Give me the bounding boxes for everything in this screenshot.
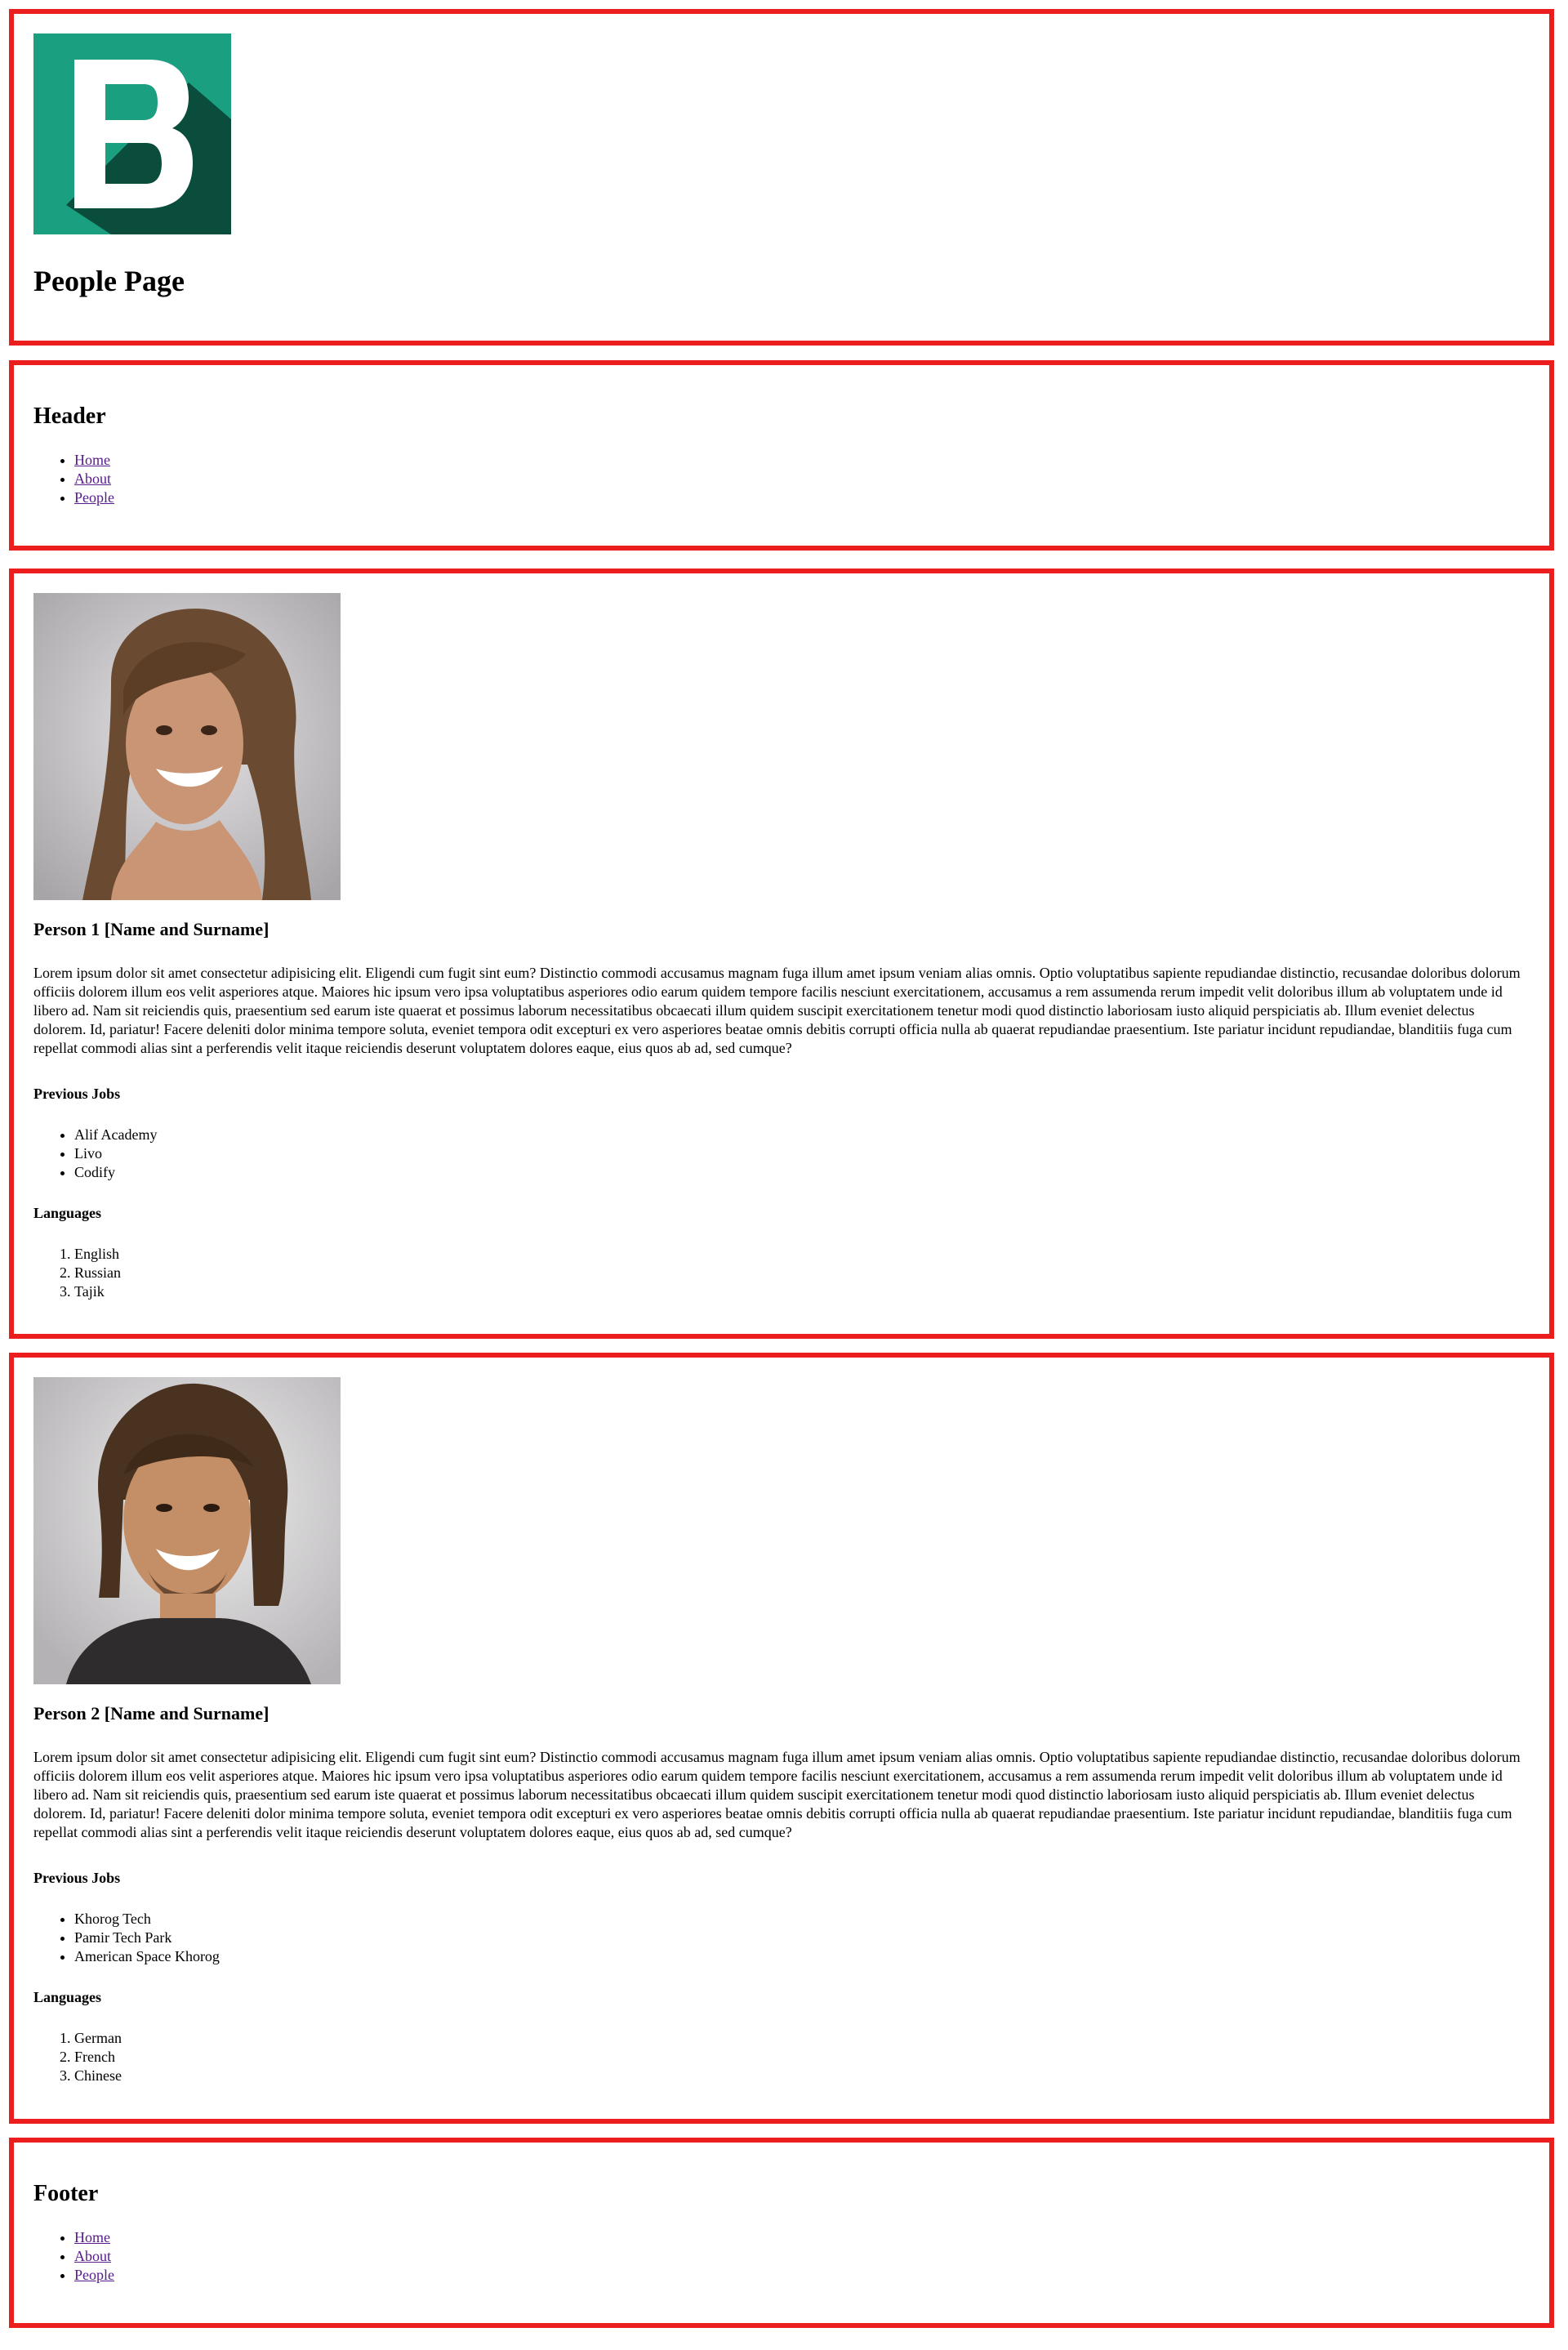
person-2-jobs-list: Khorog Tech Pamir Tech Park American Spa… <box>33 1910 220 1966</box>
person-1-languages-heading: Languages <box>33 1205 102 1221</box>
person-1-photo <box>33 593 341 900</box>
nav-item-home: Home <box>74 451 114 470</box>
person-1-bio: Lorem ipsum dolor sit amet consectetur a… <box>33 965 1521 1056</box>
person-1-jobs-list: Alif Academy Livo Codify <box>33 1126 157 1182</box>
page-title: People Page <box>33 265 185 297</box>
header-section: Header Home About People <box>9 360 1554 551</box>
person-1-name: Person 1 [Name and Surname] <box>33 919 270 939</box>
nav-item-people: People <box>74 488 114 507</box>
language-item: English <box>74 1245 121 1264</box>
person-card-2: Person 2 [Name and Surname] Lorem ipsum … <box>9 1353 1554 2124</box>
footer-nav-link-home[interactable]: Home <box>74 2229 110 2245</box>
person-card-1: Person 1 [Name and Surname] Lorem ipsum … <box>9 569 1554 1339</box>
job-item: Pamir Tech Park <box>74 1929 220 1947</box>
header-title: Header <box>33 404 106 429</box>
language-item: German <box>74 2029 122 2048</box>
footer-nav: Home About People <box>33 2228 114 2285</box>
language-item: Tajik <box>74 1282 121 1301</box>
footer-section: Footer Home About People <box>9 2138 1554 2328</box>
language-item: French <box>74 2048 122 2067</box>
job-item: Livo <box>74 1144 157 1163</box>
header-nav: Home About People <box>33 451 114 507</box>
person-2-languages-heading: Languages <box>33 1989 102 2005</box>
language-item: Chinese <box>74 2067 122 2085</box>
job-item: American Space Khorog <box>74 1947 220 1966</box>
person-2-photo <box>33 1377 341 1684</box>
nav-item-home: Home <box>74 2228 114 2247</box>
footer-nav-link-people[interactable]: People <box>74 2267 114 2283</box>
person-2-languages-list: German French Chinese <box>33 2029 122 2085</box>
language-item: Russian <box>74 1264 121 1282</box>
job-item: Alif Academy <box>74 1126 157 1144</box>
person-1-languages-list: English Russian Tajik <box>33 1245 121 1301</box>
job-item: Khorog Tech <box>74 1910 220 1929</box>
person-2-name: Person 2 [Name and Surname] <box>33 1703 270 1723</box>
footer-title: Footer <box>33 2181 99 2206</box>
footer-nav-link-about[interactable]: About <box>74 2248 111 2264</box>
person-1-jobs-heading: Previous Jobs <box>33 1086 121 1102</box>
nav-item-about: About <box>74 2247 114 2266</box>
person-2-bio: Lorem ipsum dolor sit amet consectetur a… <box>33 1749 1521 1840</box>
header-nav-link-about[interactable]: About <box>74 470 111 487</box>
nav-item-people: People <box>74 2266 114 2285</box>
header-nav-link-home[interactable]: Home <box>74 452 110 468</box>
logo-b-icon <box>33 33 231 234</box>
nav-item-about: About <box>74 470 114 488</box>
job-item: Codify <box>74 1163 157 1182</box>
page-title-section: People Page <box>9 9 1554 346</box>
header-nav-link-people[interactable]: People <box>74 489 114 506</box>
person-2-jobs-heading: Previous Jobs <box>33 1870 121 1886</box>
